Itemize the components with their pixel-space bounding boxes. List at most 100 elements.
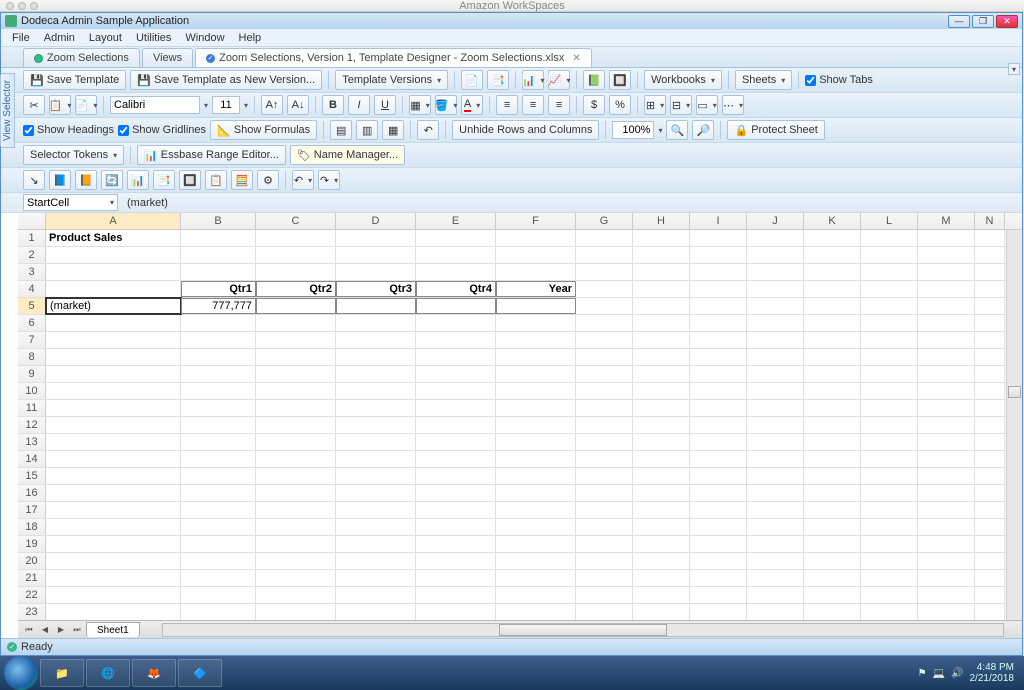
cell-D6[interactable] bbox=[336, 315, 416, 331]
cell-G14[interactable] bbox=[576, 451, 633, 467]
cell-B21[interactable] bbox=[181, 570, 256, 586]
cell-H20[interactable] bbox=[633, 553, 690, 569]
cell-B4[interactable]: Qtr1 bbox=[181, 281, 256, 297]
cell-M18[interactable] bbox=[918, 519, 975, 535]
cell-A8[interactable] bbox=[46, 349, 181, 365]
currency-button[interactable]: $ bbox=[583, 95, 605, 115]
cell-H21[interactable] bbox=[633, 570, 690, 586]
cell-F17[interactable] bbox=[496, 502, 576, 518]
cell-A21[interactable] bbox=[46, 570, 181, 586]
tray-network-icon[interactable]: 💻 bbox=[933, 668, 945, 679]
cell-D2[interactable] bbox=[336, 247, 416, 263]
cell-N10[interactable] bbox=[975, 383, 1005, 399]
sheet-nav-first[interactable]: ⏮ bbox=[22, 623, 36, 637]
cell-D15[interactable] bbox=[336, 468, 416, 484]
col-header-E[interactable]: E bbox=[416, 213, 496, 229]
tab-template-designer[interactable]: ✓ Zoom Selections, Version 1, Template D… bbox=[195, 48, 592, 67]
cell-C5[interactable] bbox=[256, 298, 336, 314]
row-header-16[interactable]: 16 bbox=[18, 485, 46, 501]
cell-C4[interactable]: Qtr2 bbox=[256, 281, 336, 297]
cell-H1[interactable] bbox=[633, 230, 690, 246]
cell-K3[interactable] bbox=[804, 264, 861, 280]
col-header-B[interactable]: B bbox=[181, 213, 256, 229]
cell-C2[interactable] bbox=[256, 247, 336, 263]
cell-N15[interactable] bbox=[975, 468, 1005, 484]
col-header-H[interactable]: H bbox=[633, 213, 690, 229]
cell-G18[interactable] bbox=[576, 519, 633, 535]
cell-I23[interactable] bbox=[690, 604, 747, 620]
cell-H16[interactable] bbox=[633, 485, 690, 501]
cell-L17[interactable] bbox=[861, 502, 918, 518]
cell-A17[interactable] bbox=[46, 502, 181, 518]
cell-C3[interactable] bbox=[256, 264, 336, 280]
cell-K13[interactable] bbox=[804, 434, 861, 450]
col-header-D[interactable]: D bbox=[336, 213, 416, 229]
cell-N5[interactable] bbox=[975, 298, 1005, 314]
menu-help[interactable]: Help bbox=[232, 32, 269, 44]
cell-A7[interactable] bbox=[46, 332, 181, 348]
cell-F4[interactable]: Year bbox=[496, 281, 576, 297]
cell-K9[interactable] bbox=[804, 366, 861, 382]
ess-icon-7[interactable]: 🔲 bbox=[179, 170, 201, 190]
save-template-as-new-button[interactable]: 💾 Save Template as New Version... bbox=[130, 70, 322, 90]
cell-A14[interactable] bbox=[46, 451, 181, 467]
cell-N18[interactable] bbox=[975, 519, 1005, 535]
cell-A23[interactable] bbox=[46, 604, 181, 620]
cell-F2[interactable] bbox=[496, 247, 576, 263]
cell-C11[interactable] bbox=[256, 400, 336, 416]
cell-B13[interactable] bbox=[181, 434, 256, 450]
cell-M1[interactable] bbox=[918, 230, 975, 246]
tab-close-icon[interactable]: ✕ bbox=[572, 53, 580, 64]
vertical-scrollbar[interactable] bbox=[1006, 230, 1022, 620]
tab-zoom-selections[interactable]: Zoom Selections bbox=[23, 48, 140, 67]
cell-L15[interactable] bbox=[861, 468, 918, 484]
cell-K19[interactable] bbox=[804, 536, 861, 552]
cell-I11[interactable] bbox=[690, 400, 747, 416]
menu-layout[interactable]: Layout bbox=[82, 32, 129, 44]
cell-A4[interactable] bbox=[46, 281, 181, 297]
col-header-N[interactable]: N bbox=[975, 213, 1005, 229]
font-size-input[interactable] bbox=[212, 96, 240, 114]
ess-icon-3[interactable]: 📙 bbox=[75, 170, 97, 190]
cell-G19[interactable] bbox=[576, 536, 633, 552]
cell-L9[interactable] bbox=[861, 366, 918, 382]
cell-F23[interactable] bbox=[496, 604, 576, 620]
cell-F16[interactable] bbox=[496, 485, 576, 501]
cell-G22[interactable] bbox=[576, 587, 633, 603]
cell-F21[interactable] bbox=[496, 570, 576, 586]
cell-J13[interactable] bbox=[747, 434, 804, 450]
cell-M8[interactable] bbox=[918, 349, 975, 365]
cell-H23[interactable] bbox=[633, 604, 690, 620]
cell-H4[interactable] bbox=[633, 281, 690, 297]
cell-J10[interactable] bbox=[747, 383, 804, 399]
ess-icon-4[interactable]: 🔄 bbox=[101, 170, 123, 190]
cell-K20[interactable] bbox=[804, 553, 861, 569]
cell-D11[interactable] bbox=[336, 400, 416, 416]
tray-volume-icon[interactable]: 🔊 bbox=[951, 668, 963, 679]
cell-D13[interactable] bbox=[336, 434, 416, 450]
cell-N11[interactable] bbox=[975, 400, 1005, 416]
workbooks-dropdown[interactable]: Workbooks bbox=[644, 70, 722, 90]
cell-E18[interactable] bbox=[416, 519, 496, 535]
ess-icon-10[interactable]: ⚙ bbox=[257, 170, 279, 190]
fill-color-button[interactable]: 🪣 bbox=[435, 95, 457, 115]
freeze-icon-2[interactable]: ▥ bbox=[356, 120, 378, 140]
cell-F12[interactable] bbox=[496, 417, 576, 433]
mac-max-dot[interactable] bbox=[30, 2, 38, 10]
cell-G5[interactable] bbox=[576, 298, 633, 314]
cell-B19[interactable] bbox=[181, 536, 256, 552]
cell-N21[interactable] bbox=[975, 570, 1005, 586]
cell-A15[interactable] bbox=[46, 468, 181, 484]
cell-D17[interactable] bbox=[336, 502, 416, 518]
cell-I15[interactable] bbox=[690, 468, 747, 484]
cell-D20[interactable] bbox=[336, 553, 416, 569]
cut-button[interactable]: ✂ bbox=[23, 95, 45, 115]
view-selector-tab[interactable]: View Selector bbox=[0, 73, 15, 148]
col-header-K[interactable]: K bbox=[804, 213, 861, 229]
cell-D5[interactable] bbox=[336, 298, 416, 314]
delete-button[interactable]: ⊟ bbox=[670, 95, 692, 115]
row-header-13[interactable]: 13 bbox=[18, 434, 46, 450]
undo-button[interactable]: ↶ bbox=[417, 120, 439, 140]
cell-C21[interactable] bbox=[256, 570, 336, 586]
cell-K7[interactable] bbox=[804, 332, 861, 348]
